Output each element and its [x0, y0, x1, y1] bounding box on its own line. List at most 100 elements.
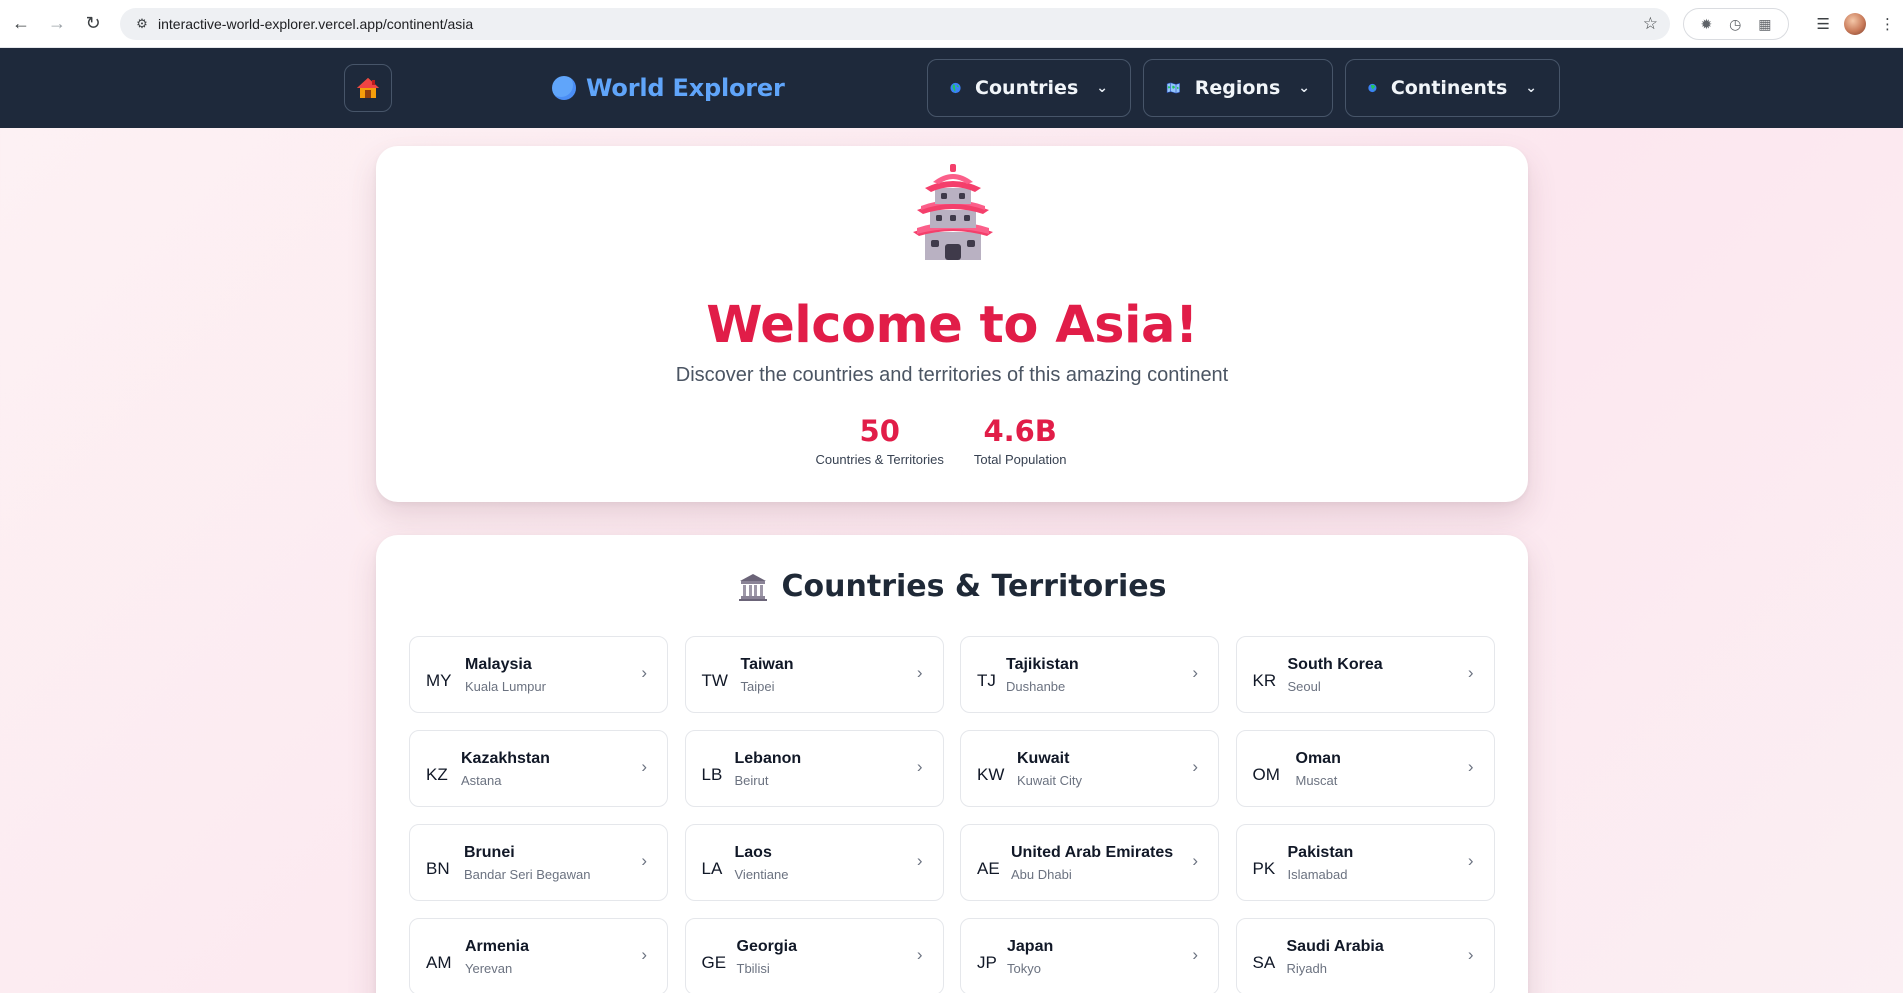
site-settings-icon[interactable]: ⚙ — [126, 16, 158, 32]
country-capital: Abu Dhabi — [1011, 867, 1072, 882]
country-code: AE — [977, 859, 1000, 878]
forward-icon[interactable]: → — [40, 7, 74, 41]
country-name: Oman — [1295, 750, 1341, 767]
stat-population: 4.6B Total Population — [974, 414, 1067, 467]
country-card[interactable]: PK Pakistan Islamabad › — [1235, 824, 1495, 901]
chevron-right-icon: › — [641, 945, 647, 964]
country-code: KW — [977, 765, 1005, 784]
url-text[interactable]: interactive-world-explorer.vercel.app/co… — [158, 16, 473, 32]
country-code: GE — [701, 953, 727, 972]
country-code: TJ — [977, 671, 996, 690]
stat-label: Total Population — [973, 452, 1067, 467]
country-capital: Taipei — [740, 679, 775, 694]
country-capital: Yerevan — [465, 961, 513, 976]
house-icon — [357, 78, 379, 98]
media-control-icon[interactable]: ☰ — [1817, 15, 1830, 33]
home-button[interactable] — [344, 64, 392, 112]
country-capital: Kuala Lumpur — [465, 679, 546, 694]
stat-label: Countries & Territories — [815, 452, 944, 467]
classical-building-icon — [738, 573, 767, 601]
continents-dropdown[interactable]: Continents ⌄ — [1345, 59, 1560, 117]
countries-grid: MY Malaysia Kuala Lumpur › TW Taiwan Tai… — [409, 636, 1495, 993]
regions-dropdown-label: Regions — [1194, 77, 1281, 99]
browser-toolbar: ← → ↻ ⚙ interactive-world-explorer.verce… — [0, 0, 1903, 48]
globe-asia-icon — [1368, 83, 1377, 93]
chevron-right-icon: › — [1192, 851, 1198, 870]
country-code: OM — [1252, 765, 1280, 784]
country-code: SA — [1252, 953, 1276, 972]
country-card[interactable]: AM Armenia Yerevan › — [409, 918, 668, 993]
country-card[interactable]: AE United Arab Emirates Abu Dhabi › — [960, 824, 1219, 901]
country-card[interactable]: KR South Korea Seoul › — [1235, 636, 1495, 713]
country-card[interactable]: LB Lebanon Beirut › — [684, 730, 944, 807]
brand-name[interactable]: World Explorer — [586, 74, 785, 102]
country-card[interactable]: BN Brunei Bandar Seri Begawan › — [409, 824, 668, 901]
country-card[interactable]: SA Saudi Arabia Riyadh › — [1235, 918, 1495, 993]
country-code: KR — [1252, 671, 1277, 690]
country-name: Laos — [734, 844, 772, 861]
chevron-right-icon: › — [916, 945, 923, 964]
country-capital: Vientiane — [734, 867, 789, 882]
continents-dropdown-label: Continents — [1390, 77, 1508, 99]
chevron-right-icon: › — [1192, 663, 1198, 682]
extension-timer-icon[interactable]: ◷ — [1729, 16, 1741, 33]
back-icon[interactable]: ← — [4, 7, 38, 41]
pagoda-icon — [913, 164, 993, 260]
country-name: Kazakhstan — [461, 750, 550, 767]
country-code: LB — [701, 765, 723, 784]
country-capital: Islamabad — [1287, 867, 1348, 882]
countries-section: Countries & Territories MY Malaysia Kual… — [376, 535, 1528, 993]
regions-dropdown[interactable]: Regions ⌄ — [1143, 59, 1333, 117]
country-card[interactable]: MY Malaysia Kuala Lumpur › — [409, 636, 668, 713]
country-capital: Astana — [461, 773, 502, 788]
brand[interactable]: World Explorer — [552, 74, 785, 102]
country-capital: Seoul — [1287, 679, 1321, 694]
country-card[interactable]: KZ Kazakhstan Astana › — [409, 730, 668, 807]
bookmark-star-icon[interactable]: ☆ — [1643, 14, 1658, 34]
chevron-right-icon: › — [1467, 945, 1474, 964]
country-name: Lebanon — [734, 750, 802, 767]
countries-dropdown-label: Countries — [975, 77, 1079, 99]
chevron-right-icon: › — [1467, 851, 1474, 870]
country-name: South Korea — [1287, 656, 1383, 673]
map-icon — [1166, 82, 1180, 94]
country-name: Taiwan — [740, 656, 794, 673]
country-card[interactable]: OM Oman Muscat › — [1235, 730, 1495, 807]
profile-avatar[interactable] — [1844, 13, 1866, 35]
chevron-down-icon: ⌄ — [1525, 80, 1537, 96]
address-bar[interactable]: ⚙ interactive-world-explorer.vercel.app/… — [120, 8, 1670, 40]
country-card[interactable]: TJ Tajikistan Dushanbe › — [960, 636, 1219, 713]
country-card[interactable]: GE Georgia Tbilisi › — [684, 918, 944, 993]
chevron-right-icon: › — [1467, 663, 1474, 682]
extensions-puzzle-icon[interactable]: ▦ — [1758, 16, 1771, 33]
countries-dropdown[interactable]: Countries ⌄ — [927, 59, 1131, 117]
chevron-right-icon: › — [641, 663, 647, 682]
extension-bug-icon[interactable]: ✹ — [1700, 16, 1712, 33]
country-name: Brunei — [464, 844, 515, 861]
chevron-down-icon: ⌄ — [1096, 80, 1108, 96]
country-card[interactable]: TW Taiwan Taipei › — [684, 636, 944, 713]
chevron-right-icon: › — [916, 757, 923, 776]
chevron-right-icon: › — [916, 851, 923, 870]
page-subtitle: Discover the countries and territories o… — [675, 364, 1229, 386]
country-capital: Muscat — [1295, 773, 1338, 788]
extensions-group: ✹ ◷ ▦ — [1683, 8, 1789, 40]
chevron-right-icon: › — [1192, 945, 1198, 964]
globe-americas-icon — [950, 82, 961, 94]
country-capital: Dushanbe — [1006, 679, 1066, 694]
chevron-right-icon: › — [916, 663, 923, 682]
menu-kebab-icon[interactable]: ⋮ — [1880, 15, 1895, 33]
country-code: MY — [426, 671, 452, 690]
country-card[interactable]: LA Laos Vientiane › — [684, 824, 944, 901]
continent-hero-card: Welcome to Asia! Discover the countries … — [376, 146, 1528, 502]
country-card[interactable]: KW Kuwait Kuwait City › — [960, 730, 1219, 807]
country-capital: Tokyo — [1007, 961, 1041, 976]
country-name: Georgia — [736, 938, 797, 955]
section-header: Countries & Territories — [376, 569, 1528, 604]
chevron-right-icon: › — [1467, 757, 1474, 776]
country-name: Armenia — [465, 938, 530, 955]
country-capital: Tbilisi — [736, 961, 770, 976]
reload-icon[interactable]: ↻ — [76, 7, 110, 41]
country-card[interactable]: JP Japan Tokyo › — [960, 918, 1219, 993]
country-code: LA — [701, 859, 723, 878]
